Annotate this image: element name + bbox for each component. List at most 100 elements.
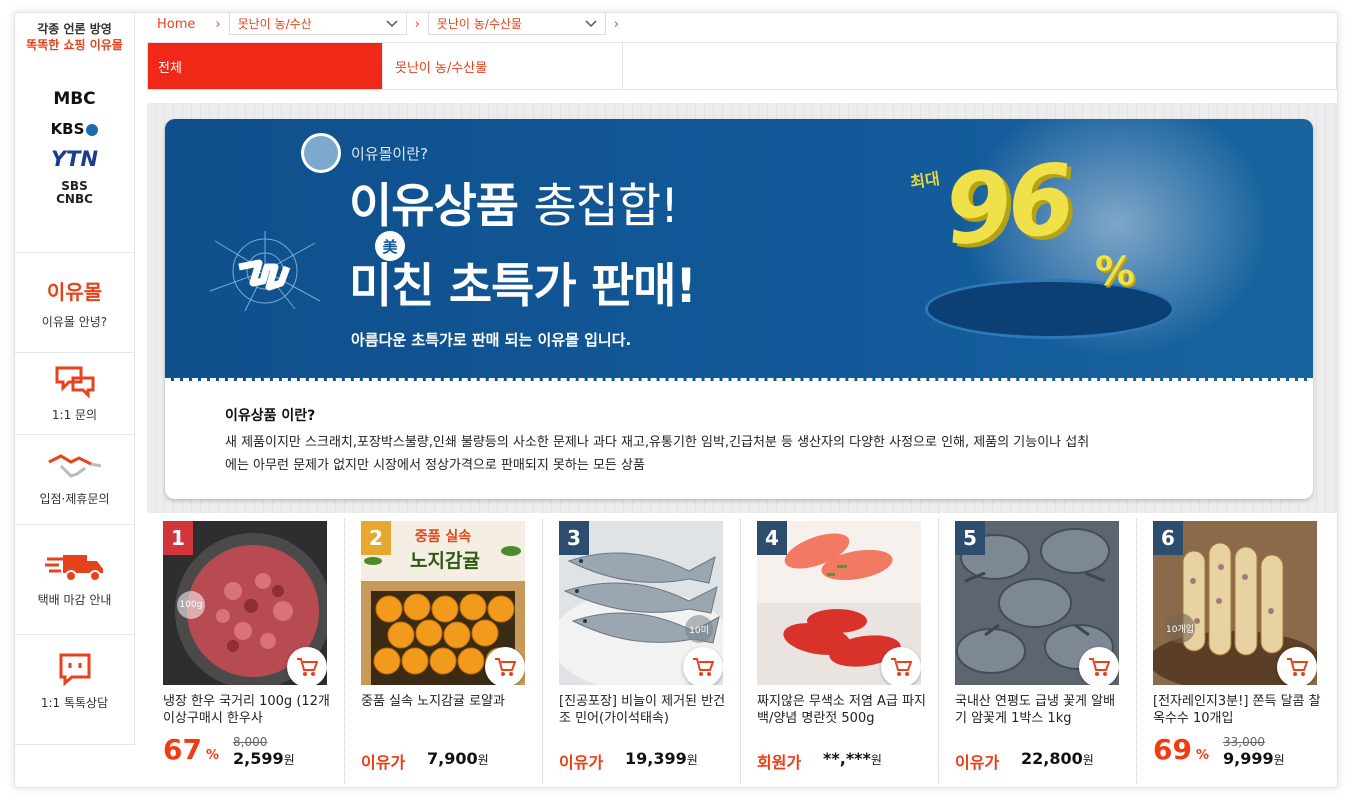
pedestal-disc (925, 279, 1175, 339)
cnbc-logo-text: CNBC (56, 192, 93, 206)
product-image[interactable]: 6 10개입 (1153, 521, 1317, 685)
sale-price-value: 7,900 (427, 749, 478, 768)
sale-price-value: **,*** (823, 749, 871, 768)
breadcrumb-home[interactable]: Home (157, 17, 195, 32)
won-unit: 원 (870, 753, 882, 767)
product-image[interactable]: 1 100g (163, 521, 327, 685)
original-price: 8,000 (233, 735, 268, 749)
product-card[interactable]: 중품 실속 노지감귤 2 중품 실속 노지감귤 로얄과 이유가 7,900원 (345, 519, 543, 784)
product-price: 회원가 **,***원 (757, 729, 933, 773)
banner-percent-sign: % (1095, 249, 1136, 295)
add-to-cart-button[interactable] (287, 647, 327, 685)
weight-badge: 100g (177, 591, 205, 619)
won-unit: 원 (477, 753, 489, 767)
cart-icon (891, 658, 912, 676)
sale-price: **,***원 (823, 749, 882, 768)
product-title[interactable]: [전자레인지3분!] 쫀득 달콤 찰옥수수 10개입 (1153, 693, 1323, 727)
sale-price-value: 22,800 (1021, 749, 1083, 768)
product-title[interactable]: 냉장 한우 국거리 100g (12개이상구매시 한우사 (163, 693, 333, 727)
cart-icon (297, 658, 318, 676)
tab-all[interactable]: 전체 (148, 43, 383, 89)
banner-percent: 96 (939, 142, 1077, 268)
chevron-right-icon: › (613, 16, 619, 32)
sidebar-item-inquiry[interactable]: 1:1 문의 (15, 353, 134, 435)
page-frame: 각종 언론 방영 똑똑한 쇼핑 이유몰 MBC KBS YTN SBS CNBC… (14, 12, 1338, 788)
add-to-cart-button[interactable] (881, 647, 921, 685)
image-text-1: 중품 실속 (415, 529, 472, 545)
product-title[interactable]: [진공포장] 비늘이 제거된 반건조 민어(가이석태속) (559, 693, 729, 727)
banner-desc: 새 제품이지만 스크래치,포장박스불량,인쇄 불량등의 사소한 문제나 과다 재… (225, 431, 1225, 477)
sidebar-item-talk[interactable]: 1:1 톡톡상담 (15, 635, 134, 727)
product-image[interactable]: 4 (757, 521, 921, 685)
banner-title: 이유상품 총집합! (349, 167, 679, 236)
product-price: 이유가 19,399원 (559, 729, 735, 773)
rank-badge: 1 (163, 521, 193, 555)
add-to-cart-button[interactable] (1079, 647, 1119, 685)
breadcrumb: Home › 못난이 농/수산 › 못난이 농/수산물 › (157, 13, 627, 35)
sale-price-value: 2,599 (233, 749, 284, 768)
ytn-logo[interactable]: YTN (51, 149, 98, 170)
rank-badge: 2 (361, 521, 391, 555)
delivery-truck-icon (44, 555, 103, 582)
count-badge: 10개입 (1165, 613, 1195, 643)
banner-top: 이유몰이란? 이유상품 총집합! 美 미친 초특가 판매! 아름다운 초특가로 … (165, 119, 1313, 381)
product-price: 이유가 7,900원 (361, 729, 537, 773)
product-card[interactable]: 3 10미 [진공포장] 비늘이 제거된 반건조 민어(가이석태속) 이유가 1… (543, 519, 741, 784)
add-to-cart-button[interactable] (1277, 647, 1317, 685)
price-label: 이유가 (361, 753, 406, 772)
sale-price: 2,599원 (233, 749, 295, 768)
product-title[interactable]: 중품 실속 노지감귤 로얄과 (361, 693, 531, 727)
original-price: 33,000 (1223, 735, 1265, 749)
product-price: 이유가 22,800원 (955, 729, 1131, 773)
discount-value: 67 (163, 733, 202, 766)
product-card[interactable]: 4 짜지않은 무색소 저염 A급 파지 백/양념 명란젓 500g 회원가 **… (741, 519, 939, 784)
product-card[interactable]: 5 국내산 연평도 급냉 꽃게 알배기 암꽃게 1박스 1kg 이유가 22,8… (939, 519, 1137, 784)
cart-icon (693, 658, 714, 676)
discount-rate: 67% (163, 733, 219, 766)
yumall-logo: 이유몰 (46, 279, 103, 304)
sidebar-header-line1: 각종 언론 방영 (37, 22, 112, 36)
sidebar-item-label: 1:1 톡톡상담 (40, 695, 109, 710)
count-badge: 10미 (685, 615, 713, 643)
percent-sign: % (205, 748, 219, 763)
image-text-2: 노지감귤 (410, 550, 480, 572)
sidebar-item-about[interactable]: 이유몰 이유몰 안녕? (15, 253, 134, 353)
category-select-2[interactable]: 못난이 농/수산물 (427, 13, 606, 35)
sidebar-item-delivery[interactable]: 택배 마감 안내 (15, 525, 134, 635)
banner-desc-heading: 이유상품 이란? (225, 408, 316, 424)
product-image[interactable]: 3 10미 (559, 521, 723, 685)
sidebar-item-label: 택배 마감 안내 (37, 593, 112, 607)
product-list: 1 100g 냉장 한우 국거리 100g (12개이상구매시 한우사 67% … (147, 519, 1337, 784)
sbs-cnbc-logo[interactable]: SBS CNBC (56, 180, 93, 206)
price-label: 회원가 (757, 753, 802, 772)
product-image[interactable]: 5 (955, 521, 1119, 685)
banner-line2: 미친 초특가 판매! (349, 259, 697, 314)
talk-chat-icon (59, 653, 90, 686)
sale-price: 22,800원 (1021, 749, 1094, 768)
product-title[interactable]: 국내산 연평도 급냉 꽃게 알배기 암꽃게 1박스 1kg (955, 693, 1125, 727)
product-card[interactable]: 6 10개입 [전자레인지3분!] 쫀득 달콤 찰옥수수 10개입 69% 33… (1137, 519, 1335, 784)
category-select-1-value: 못난이 농/수산 (237, 17, 312, 31)
add-to-cart-button[interactable] (683, 647, 723, 685)
add-to-cart-button[interactable] (485, 647, 525, 685)
tab-ugly-produce[interactable]: 못난이 농/수산물 (383, 43, 623, 89)
product-title[interactable]: 짜지않은 무색소 저염 A급 파지 백/양념 명란젓 500g (757, 693, 927, 727)
mbc-logo[interactable]: MBC (53, 91, 95, 108)
sidebar-header: 각종 언론 방영 똑똑한 쇼핑 이유몰 (15, 13, 134, 52)
product-price: 69% 33,000 9,999원 (1153, 729, 1329, 773)
kbs-logo[interactable]: KBS (51, 122, 99, 137)
product-image[interactable]: 중품 실속 노지감귤 2 (361, 521, 525, 685)
banner-question: 이유몰이란? (351, 145, 428, 163)
yumall-emblem-icon (301, 133, 341, 173)
chevron-down-icon (386, 19, 398, 27)
category-select-1[interactable]: 못난이 농/수산 (228, 13, 407, 35)
price-label: 이유가 (559, 753, 604, 772)
sidebar-item-partnership[interactable]: 입점·제휴문의 (15, 435, 134, 525)
discount-value: 69 (1153, 733, 1192, 766)
sale-price-value: 9,999 (1223, 749, 1274, 768)
chevron-down-icon (585, 19, 597, 27)
product-price: 67% 8,000 2,599원 (163, 729, 339, 773)
banner-title-rest: 총집합! (533, 179, 679, 234)
price-label: 이유가 (955, 753, 1000, 772)
product-card[interactable]: 1 100g 냉장 한우 국거리 100g (12개이상구매시 한우사 67% … (147, 519, 345, 784)
